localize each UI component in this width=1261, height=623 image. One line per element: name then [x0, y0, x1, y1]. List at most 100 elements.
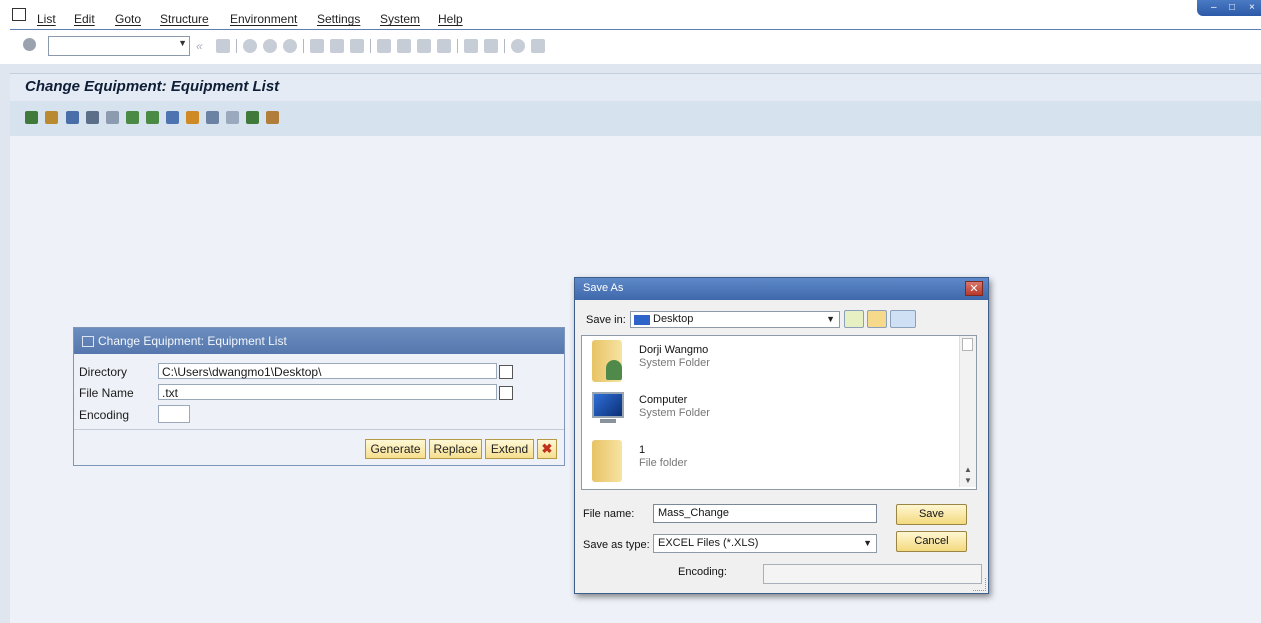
item-name: Dorji Wangmo: [639, 344, 709, 356]
find-next-icon[interactable]: [350, 39, 364, 53]
save-in-value: Desktop: [653, 313, 694, 325]
scroll-up-icon[interactable]: ▲: [964, 465, 972, 474]
menu-edit[interactable]: Edit: [74, 12, 95, 26]
new-folder-icon[interactable]: [867, 310, 887, 328]
close-icon[interactable]: ✕: [965, 281, 983, 296]
shortcut-icon[interactable]: [484, 39, 498, 53]
previous-page-icon[interactable]: [397, 39, 411, 53]
encoding-field[interactable]: [158, 405, 190, 423]
generate-button[interactable]: Generate: [365, 439, 426, 459]
dialog-window-icon: [82, 336, 94, 347]
back-nav-icon[interactable]: [243, 39, 257, 53]
filter-icon[interactable]: [166, 111, 179, 124]
menu-system[interactable]: System: [380, 12, 420, 26]
menu-list-icon[interactable]: [12, 8, 26, 21]
close-window-icon[interactable]: ×: [1249, 2, 1255, 13]
directory-field[interactable]: C:\Users\dwangmo1\Desktop\: [158, 363, 497, 379]
save-icon[interactable]: [216, 39, 230, 53]
extend-button[interactable]: Extend: [485, 439, 534, 459]
restore-icon[interactable]: □: [1229, 2, 1235, 13]
last-page-icon[interactable]: [437, 39, 451, 53]
save-in-label: Save in:: [586, 314, 626, 326]
save-file-name-input[interactable]: Mass_Change: [653, 504, 877, 523]
help-icon[interactable]: [511, 39, 525, 53]
separator: [504, 39, 505, 53]
resize-grip-icon[interactable]: [973, 578, 986, 591]
menu-structure[interactable]: Structure: [160, 12, 209, 26]
save-as-type-label: Save as type:: [583, 539, 650, 551]
exit-icon[interactable]: [263, 39, 277, 53]
find-icon[interactable]: [330, 39, 344, 53]
scroll-down-icon[interactable]: ▼: [964, 476, 972, 485]
item-name: Computer: [639, 394, 688, 406]
list-item[interactable]: 1 File folder: [588, 438, 948, 484]
computer-stand: [600, 419, 616, 423]
save-in-dropdown[interactable]: Desktop ▼: [630, 311, 840, 328]
enter-icon[interactable]: [23, 38, 36, 51]
view-menu-icon[interactable]: [890, 310, 916, 328]
list-item[interactable]: Computer System Folder: [588, 388, 948, 434]
encoding-label: Encoding:: [678, 566, 727, 578]
next-page-icon[interactable]: [417, 39, 431, 53]
menu-environment[interactable]: Environment: [230, 12, 297, 26]
computer-icon: [592, 392, 624, 418]
export-file-dialog: Change Equipment: Equipment List Directo…: [73, 327, 565, 466]
sort-ascending-icon[interactable]: [126, 111, 139, 124]
refresh-icon[interactable]: [66, 111, 79, 124]
encoding-label: Encoding: [79, 408, 130, 422]
page-title: Change Equipment: Equipment List: [25, 78, 280, 95]
file-list: Dorji Wangmo System Folder Computer Syst…: [581, 335, 977, 490]
layout-icon[interactable]: [531, 39, 545, 53]
deselect-all-icon[interactable]: [106, 111, 119, 124]
chevron-down-icon[interactable]: ▼: [826, 312, 835, 327]
cancel-icon[interactable]: [283, 39, 297, 53]
total-icon[interactable]: [186, 111, 199, 124]
print-preview-icon[interactable]: [206, 111, 219, 124]
desktop-icon: [634, 315, 650, 325]
separator: [457, 39, 458, 53]
first-page-icon[interactable]: [377, 39, 391, 53]
menu-help[interactable]: Help: [438, 12, 463, 26]
menu-goto[interactable]: Goto: [115, 12, 141, 26]
back-icon[interactable]: «: [196, 39, 210, 53]
details-icon[interactable]: [25, 111, 38, 124]
file-name-field[interactable]: .txt: [158, 384, 497, 400]
replace-button[interactable]: Replace: [429, 439, 482, 459]
directory-value-help-icon[interactable]: [499, 365, 513, 379]
encoding-field[interactable]: [763, 564, 982, 584]
vertical-scrollbar[interactable]: ▲ ▼: [959, 336, 976, 487]
export-icon[interactable]: [226, 111, 239, 124]
file-name-label: File Name: [79, 386, 134, 400]
new-session-icon[interactable]: [464, 39, 478, 53]
select-all-icon[interactable]: [86, 111, 99, 124]
up-folder-icon[interactable]: [844, 310, 864, 328]
application-toolbar: [10, 101, 1261, 137]
scroll-thumb[interactable]: [962, 338, 973, 351]
print-icon[interactable]: [310, 39, 324, 53]
export-dialog-title-bar: Change Equipment: Equipment List: [74, 328, 564, 354]
cancel-x-icon[interactable]: ✖: [537, 439, 557, 459]
save-as-dialog: Save As ✕ Save in: Desktop ▼ Dorji Wangm…: [574, 277, 989, 594]
system-icons: «: [196, 37, 545, 55]
export-dialog-title: Change Equipment: Equipment List: [98, 334, 287, 348]
list-item[interactable]: Dorji Wangmo System Folder: [588, 338, 948, 384]
menu-settings[interactable]: Settings: [317, 12, 360, 26]
change-icon[interactable]: [45, 111, 58, 124]
item-type: File folder: [639, 457, 688, 469]
chevron-down-icon[interactable]: ▼: [863, 535, 872, 552]
command-field[interactable]: ▼: [48, 36, 190, 56]
item-type: System Folder: [639, 407, 710, 419]
sort-descending-icon[interactable]: [146, 111, 159, 124]
menu-list[interactable]: List: [37, 12, 56, 26]
layout-change-icon[interactable]: [266, 111, 279, 124]
save-button[interactable]: Save: [896, 504, 967, 525]
sum-icon[interactable]: [246, 111, 259, 124]
menu-bar: List Edit Goto Structure Environment Set…: [0, 0, 1261, 30]
minimize-icon[interactable]: –: [1211, 2, 1217, 13]
chevron-down-icon[interactable]: ▼: [178, 38, 187, 48]
save-as-type-dropdown[interactable]: EXCEL Files (*.XLS) ▼: [653, 534, 877, 553]
file-name-value-help-icon[interactable]: [499, 386, 513, 400]
system-toolbar: ▼ «: [0, 30, 1261, 64]
file-name-label: File name:: [583, 508, 635, 520]
cancel-button[interactable]: Cancel: [896, 531, 967, 552]
